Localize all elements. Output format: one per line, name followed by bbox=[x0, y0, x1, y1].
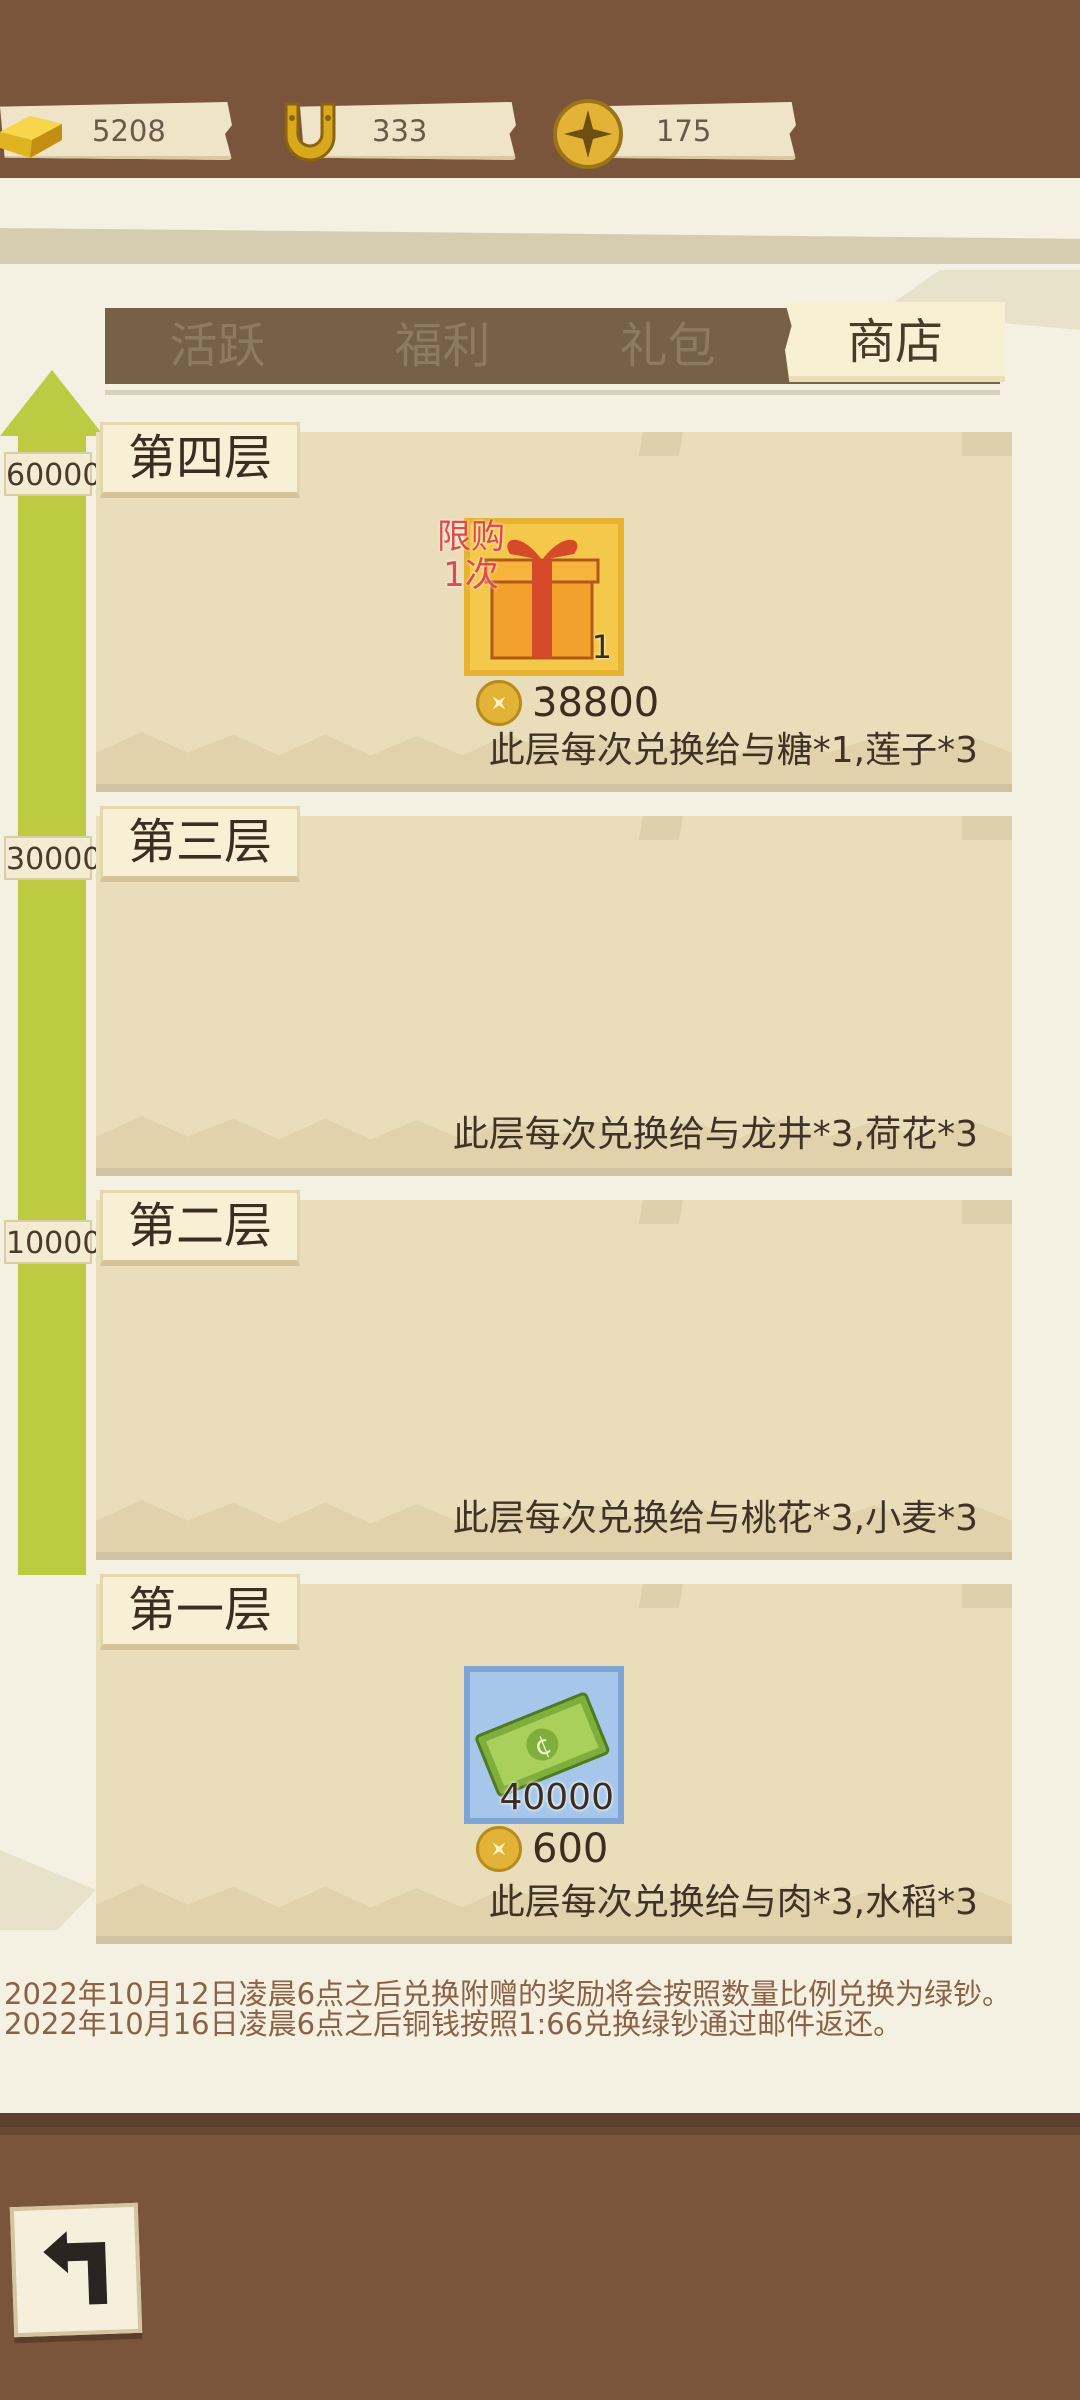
floor-description: 此层每次兑换给与肉*3,水稻*3 bbox=[488, 1882, 978, 1923]
floor-title: 第四层 bbox=[100, 422, 300, 498]
progress-track bbox=[18, 430, 86, 1575]
horseshoe-icon bbox=[284, 102, 336, 162]
notice-text: 2022年10月12日凌晨6点之后兑换附赠的奖励将会按照数量比例兑换为绿钞。 bbox=[4, 1977, 1012, 2011]
floor-1-panel: 第一层 ¢ 40000 600 此层每次兑换给与肉*3,水稻*3 bbox=[96, 1574, 1012, 1944]
floor-3-panel: 第三层 此层每次兑换给与龙井*3,荷花*3 bbox=[96, 806, 1012, 1176]
item-price: 600 bbox=[532, 1826, 609, 1872]
horseshoe-value: 333 bbox=[372, 114, 428, 148]
purchase-limit-tag: 限购 1次 bbox=[437, 517, 505, 595]
gold-value: 5208 bbox=[92, 114, 166, 148]
floor-title: 第一层 bbox=[100, 1574, 300, 1650]
floor-description: 此层每次兑换给与桃花*3,小麦*3 bbox=[452, 1498, 978, 1539]
threshold-label: 10000 bbox=[4, 1220, 101, 1264]
currency-bar: 5208 333 175 bbox=[0, 0, 1080, 180]
gold-bar-icon bbox=[0, 116, 62, 158]
green-cash-item[interactable]: ¢ 40000 bbox=[464, 1666, 624, 1824]
tab-shop[interactable]: 商店 bbox=[785, 302, 1005, 382]
price-row: 600 bbox=[476, 1824, 676, 1874]
floor-description: 此层每次兑换给与糖*1,莲子*3 bbox=[488, 730, 978, 771]
notice-text: 2022年10月16日凌晨6点之后铜钱按照1:66兑换绿钞通过邮件返还。 bbox=[4, 2007, 903, 2041]
back-arrow-icon bbox=[43, 2231, 108, 2305]
tab-underline bbox=[105, 390, 1000, 395]
floor-description: 此层每次兑换给与龙井*3,荷花*3 bbox=[452, 1114, 978, 1155]
copper-coin-icon bbox=[476, 1826, 522, 1872]
tab-gift-pack[interactable]: 礼包 bbox=[555, 308, 780, 384]
threshold-label: 60000 bbox=[4, 452, 101, 496]
floor-title: 第三层 bbox=[100, 806, 300, 882]
back-button[interactable] bbox=[9, 2202, 143, 2338]
tab-active[interactable]: 活跃 bbox=[105, 308, 330, 384]
price-row: 38800 bbox=[476, 678, 676, 728]
tab-bar: 活跃 福利 礼包 商店 bbox=[105, 302, 1005, 384]
copper-coin-icon bbox=[476, 680, 522, 726]
tab-welfare[interactable]: 福利 bbox=[330, 308, 555, 384]
copper-coin-icon bbox=[553, 99, 623, 169]
floor-2-panel: 第二层 此层每次兑换给与桃花*3,小麦*3 bbox=[96, 1190, 1012, 1560]
floor-4-panel: 第四层 1 限购 1次 38800 此层每次兑换给与糖*1,莲子*3 bbox=[96, 422, 1012, 792]
item-price: 38800 bbox=[532, 680, 660, 726]
item-count: 40000 bbox=[499, 1777, 614, 1818]
floor-title: 第二层 bbox=[100, 1190, 300, 1266]
threshold-label: 30000 bbox=[4, 836, 101, 880]
coin-value: 175 bbox=[656, 114, 712, 148]
item-count: 1 bbox=[591, 628, 612, 666]
